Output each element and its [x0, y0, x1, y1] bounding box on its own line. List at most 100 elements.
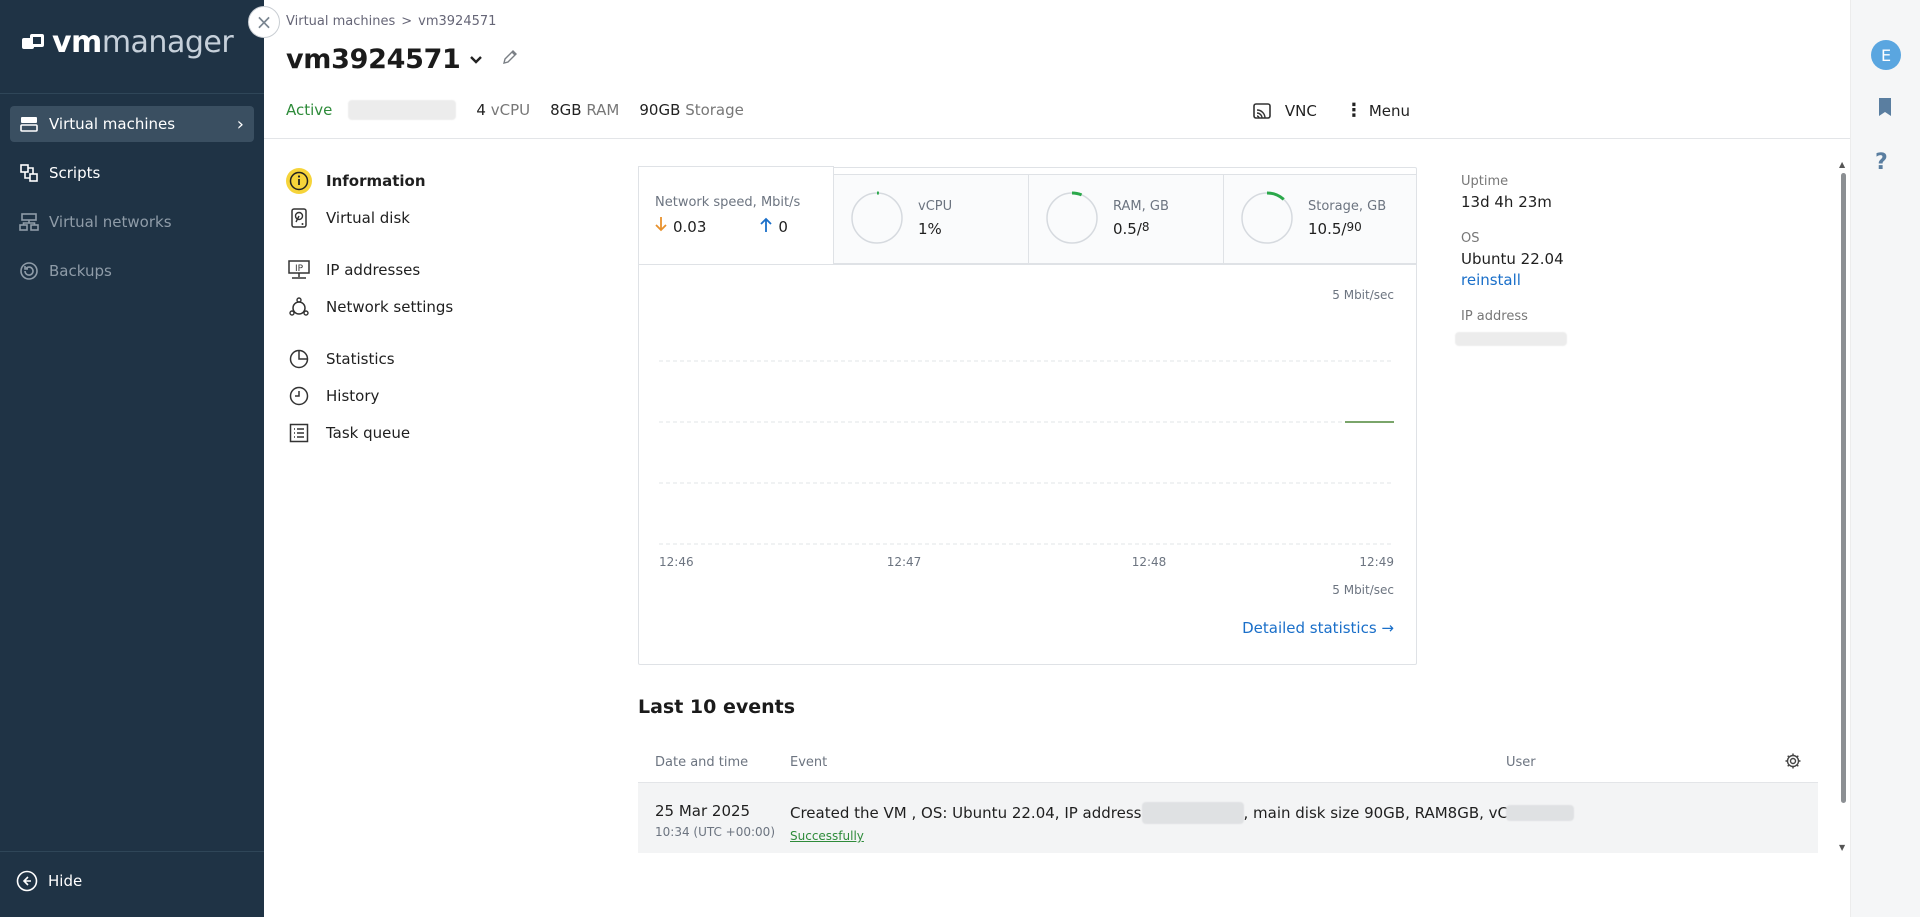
close-icon[interactable]: ×	[248, 6, 280, 38]
chart-scale-top-label: 5 Mbit/sec	[1332, 288, 1394, 302]
hide-sidebar-button[interactable]: Hide	[16, 870, 82, 892]
sidebar-item-scripts[interactable]: Scripts	[10, 155, 254, 191]
tab-ram[interactable]: RAM, GB 0.5/8	[1029, 174, 1224, 264]
sidebar-item-virtual-networks[interactable]: Virtual networks	[10, 204, 254, 240]
storage-total-value: 90	[1346, 220, 1362, 234]
breadcrumb: Virtual machines > vm3924571	[286, 14, 496, 29]
redacted-ip	[1141, 802, 1244, 824]
reinstall-link[interactable]: reinstall	[1461, 271, 1661, 289]
clock-icon	[286, 383, 312, 409]
ram-value: 8GB	[550, 101, 582, 119]
stats-card: Network speed, Mbit/s 0.03 0 vCPU 1% RAM…	[638, 166, 1417, 665]
info-icon	[286, 167, 312, 194]
network-down-value: 0.03	[673, 217, 707, 236]
column-user[interactable]: User	[1506, 755, 1536, 770]
column-date[interactable]: Date and time	[655, 755, 748, 770]
breadcrumb-separator: >	[401, 14, 413, 29]
sidebar-item-label: Virtual machines	[49, 115, 176, 133]
scrollbar-thumb[interactable]	[1841, 173, 1846, 803]
menu-label: Menu	[1368, 102, 1410, 120]
subnav-item-virtual-disk[interactable]: Virtual disk	[286, 199, 586, 236]
hide-label: Hide	[48, 872, 83, 890]
chevron-down-icon[interactable]	[469, 50, 483, 69]
pencil-icon[interactable]	[501, 48, 519, 71]
vm-subnav: Information Virtual disk IP IP addresses…	[286, 162, 586, 451]
server-icon	[18, 113, 40, 135]
scroll-up-arrow[interactable]: ▲	[1839, 160, 1845, 169]
help-icon[interactable]: ?	[1875, 150, 1888, 175]
ip-icon: IP	[286, 257, 312, 283]
right-rail: E ?	[1850, 0, 1920, 917]
events-header: Date and time Event User	[638, 743, 1818, 783]
logo-manager-text: manager	[101, 25, 234, 60]
logo-vm-text: vm	[52, 25, 102, 60]
redacted-user	[1506, 805, 1574, 821]
sidebar-item-label: Virtual networks	[49, 213, 172, 231]
x-tick-label: 12:46	[659, 555, 694, 569]
network-speed-title: Network speed, Mbit/s	[655, 195, 801, 210]
storage-title: Storage, GB	[1308, 199, 1387, 214]
subnav-item-statistics[interactable]: Statistics	[286, 340, 586, 377]
chart-scale-bottom-label: 5 Mbit/sec	[1332, 583, 1394, 597]
subnav-item-information[interactable]: Information	[286, 162, 586, 199]
sidebar: vmmanager Virtual machines › Scripts Vir…	[0, 0, 264, 917]
ram-title: RAM, GB	[1113, 199, 1169, 214]
backup-icon	[18, 260, 40, 282]
vcpu-usage-value: 1%	[918, 220, 942, 238]
tab-vcpu[interactable]: vCPU 1%	[834, 174, 1029, 264]
x-tick-label: 12:48	[1132, 555, 1167, 569]
page-title[interactable]: vm3924571	[286, 44, 461, 75]
scripts-icon	[18, 162, 40, 184]
table-row[interactable]: 25 Mar 2025 10:34 (UTC +00:00) Created t…	[638, 783, 1818, 853]
more-vertical-icon: ⋮	[1344, 100, 1363, 121]
avatar[interactable]: E	[1871, 40, 1901, 70]
vnc-label: VNC	[1284, 102, 1317, 120]
event-text-suffix: , main disk size 90GB, RAM8GB, vCP…	[1243, 804, 1533, 822]
redacted-ip	[348, 100, 457, 120]
subnav-item-history[interactable]: History	[286, 377, 586, 414]
detailed-statistics-link[interactable]: Detailed statistics →	[1242, 619, 1394, 637]
vcpu-unit: vCPU	[490, 101, 531, 119]
subnav-item-network-settings[interactable]: Network settings	[286, 288, 586, 325]
sidebar-divider	[0, 851, 264, 852]
logo[interactable]: vmmanager	[22, 25, 234, 60]
network-chart-svg: 5 Mbit/sec 12:46 12:47 12:48 12:49 5 Mbit/s…	[659, 288, 1394, 597]
column-event[interactable]: Event	[790, 755, 827, 770]
breadcrumb-parent-link[interactable]: Virtual machines	[286, 14, 395, 29]
vnc-button[interactable]: VNC	[1251, 100, 1317, 122]
vm-info: Uptime 13d 4h 23m OS Ubuntu 22.04 reinst…	[1455, 174, 1661, 370]
vcpu-title: vCPU	[918, 199, 953, 214]
subnav-label: Statistics	[326, 349, 395, 368]
header-divider	[264, 138, 1850, 139]
vcpu-gauge	[851, 191, 903, 244]
event-status[interactable]: Successfully	[790, 829, 1532, 843]
events-table: Date and time Event User 25 Mar 2025 10:…	[638, 743, 1818, 853]
subnav-label: Virtual disk	[326, 208, 410, 227]
subnav-label: Task queue	[326, 423, 411, 442]
menu-button[interactable]: ⋮ Menu	[1344, 100, 1410, 121]
x-tick-label: 12:47	[887, 555, 922, 569]
event-time: 10:34 (UTC +00:00)	[655, 825, 775, 839]
breadcrumb-current: vm3924571	[418, 14, 497, 29]
vcpu-value: 4	[476, 101, 486, 119]
sidebar-item-backups[interactable]: Backups	[10, 253, 254, 289]
storage-value: 90GB	[639, 101, 681, 119]
title-row: vm3924571	[286, 44, 519, 75]
collapse-icon	[16, 870, 38, 892]
scroll-down-arrow[interactable]: ▼	[1839, 843, 1845, 852]
sidebar-item-virtual-machines[interactable]: Virtual machines ›	[10, 106, 254, 142]
event-text: Created the VM , OS: Ubuntu 22.04, IP ad…	[790, 804, 1142, 822]
os-label: OS	[1461, 231, 1480, 246]
subnav-item-task-queue[interactable]: Task queue	[286, 414, 586, 451]
bookmark-icon[interactable]	[1875, 96, 1895, 124]
ram-unit: RAM	[586, 101, 620, 119]
subnav-label: History	[326, 386, 380, 405]
chevron-right-icon: ›	[236, 113, 244, 135]
storage-gauge	[1241, 191, 1293, 244]
tab-storage[interactable]: Storage, GB 10.5/90	[1224, 174, 1417, 264]
tab-network-speed[interactable]: Network speed, Mbit/s 0.03 0	[638, 166, 834, 264]
list-icon	[286, 420, 312, 446]
subnav-item-ip-addresses[interactable]: IP IP addresses	[286, 251, 586, 288]
gear-icon[interactable]	[1784, 752, 1802, 774]
events-title: Last 10 events	[638, 696, 796, 718]
